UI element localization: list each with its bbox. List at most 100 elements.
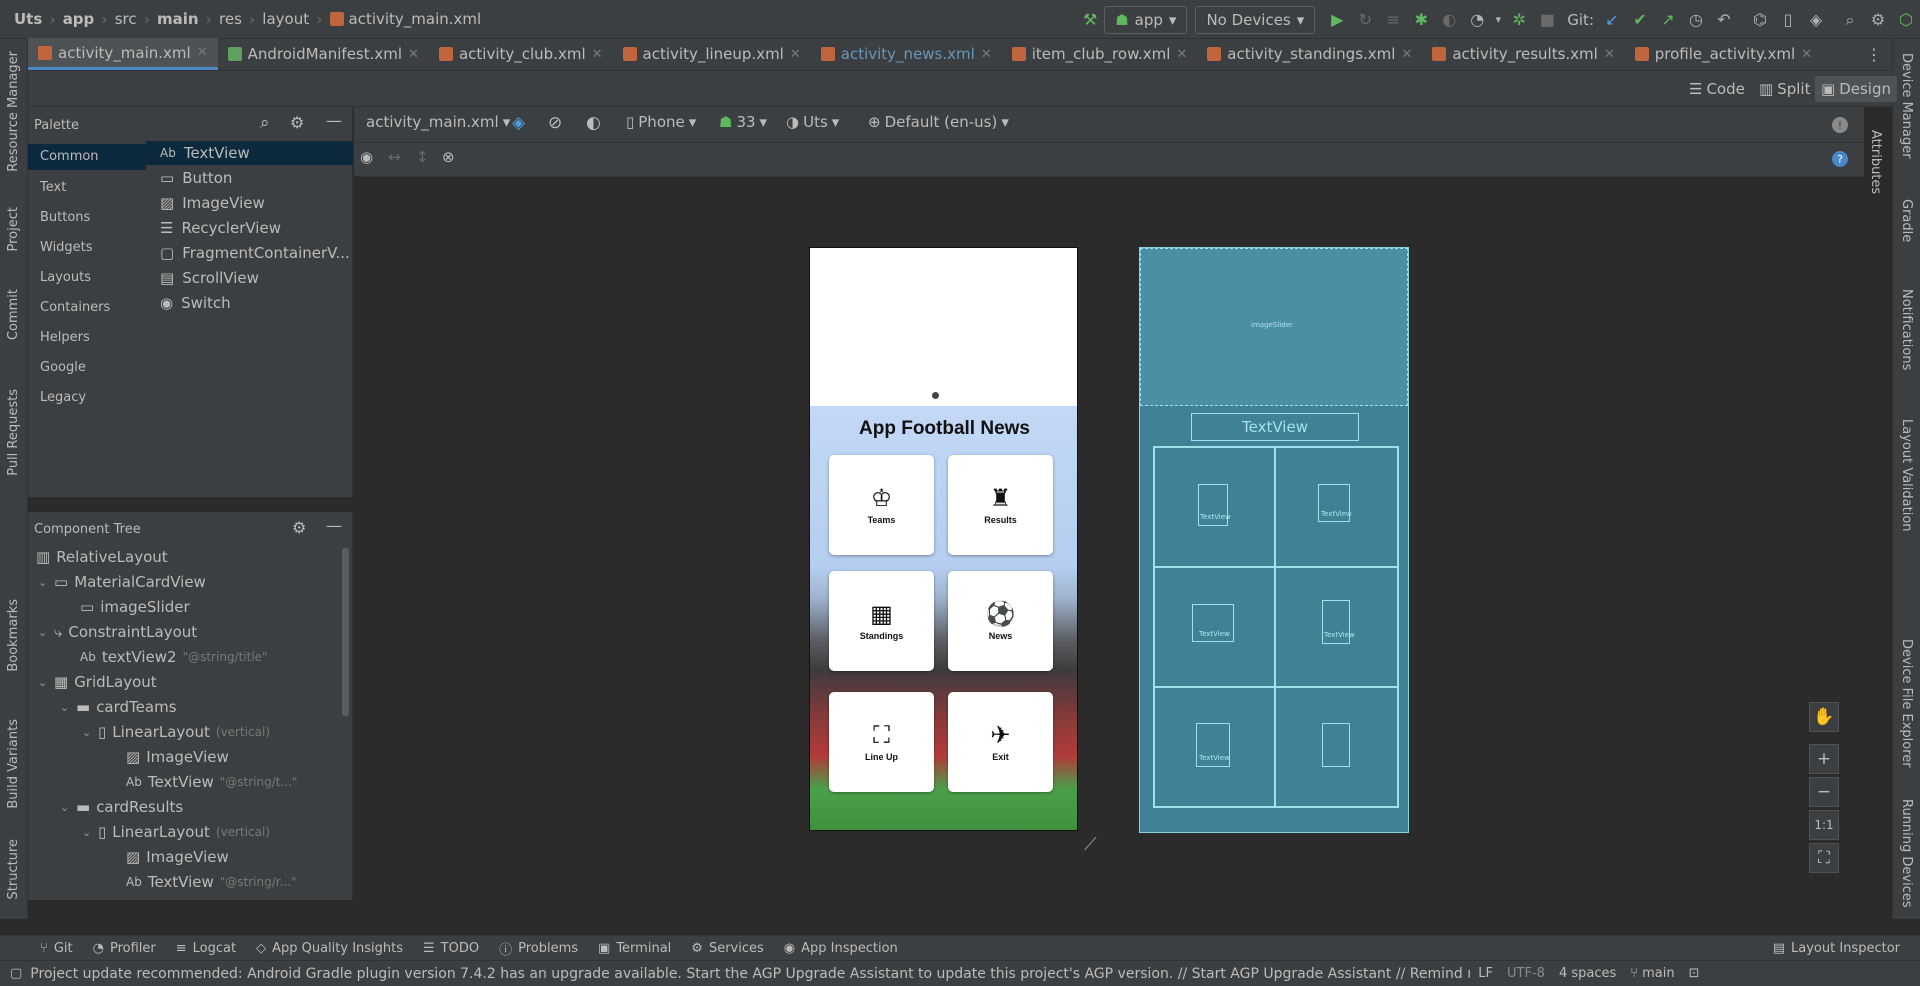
palette-item-fragmentcontainer[interactable]: ▢ FragmentContainerV... (160, 241, 350, 265)
palette-item-switch[interactable]: ◉ Switch (160, 291, 231, 315)
tool-profiler[interactable]: ◔ Profiler (83, 941, 166, 956)
blueprint-item[interactable]: TextView (1196, 723, 1230, 767)
status-layout-icon[interactable]: ▢ (10, 966, 22, 981)
palette-category-google[interactable]: Google (40, 360, 86, 375)
design-view-button[interactable]: ▣ Design (1815, 76, 1897, 102)
tree-node[interactable]: ▨ ImageView (126, 848, 229, 866)
breadcrumb-main[interactable]: main (157, 10, 199, 28)
tool-services[interactable]: ⚙ Services (681, 941, 773, 956)
tool-bookmarks[interactable]: Bookmarks (6, 599, 21, 672)
tree-node[interactable]: Ab textView2 "@string/title" (80, 648, 268, 666)
eye-icon[interactable]: ◉ (360, 148, 373, 166)
tree-node[interactable]: ⌄ ▬ cardTeams (60, 698, 177, 716)
palette-category-containers[interactable]: Containers (40, 300, 110, 315)
tree-node[interactable]: ▨ ImageView (126, 748, 229, 766)
tool-notifications[interactable]: Notifications (1899, 289, 1914, 370)
avd-icon[interactable]: ▯ (1774, 6, 1802, 34)
chevron-down-icon[interactable]: ⌄ (38, 626, 48, 639)
palette-category-text[interactable]: Text (40, 180, 66, 195)
line-separator[interactable]: LF (1478, 966, 1493, 981)
tab-profile-activity[interactable]: profile_activity.xml ✕ (1625, 38, 1822, 70)
blueprint-title[interactable]: TextView (1191, 413, 1359, 441)
breadcrumb-app[interactable]: app (63, 10, 95, 28)
tool-terminal[interactable]: ▣ Terminal (588, 941, 681, 956)
palette-category-layouts[interactable]: Layouts (40, 270, 91, 285)
card-exit[interactable]: ✈ Exit (948, 692, 1053, 792)
card-lineup[interactable]: ⛶ Line Up (829, 692, 934, 792)
rollback-icon[interactable]: ↶ (1710, 6, 1738, 34)
indent-setting[interactable]: 4 spaces (1559, 966, 1616, 981)
tree-node[interactable]: ⌄ ▦ GridLayout (38, 673, 157, 691)
hammer-build-icon[interactable]: ⚒ (1076, 6, 1104, 34)
close-icon[interactable]: ✕ (1801, 47, 1812, 62)
magnet-off-icon[interactable]: ⊗ (442, 148, 455, 166)
breadcrumb-file[interactable]: activity_main.xml (349, 10, 482, 28)
breadcrumb-src[interactable]: src (115, 10, 137, 28)
zoom-reset-button[interactable]: 1:1 (1809, 810, 1839, 840)
tab-android-manifest[interactable]: AndroidManifest.xml ✕ (218, 38, 429, 70)
close-icon[interactable]: ✕ (1604, 47, 1615, 62)
device-select[interactable]: No Devices ▾ (1195, 5, 1316, 34)
chevron-down-icon[interactable]: ⌄ (60, 701, 70, 714)
android-studio-icon[interactable]: ⬡ (1892, 6, 1920, 34)
palette-item-textview[interactable]: Ab TextView (146, 141, 353, 165)
apply-changes-icon[interactable]: ≡ (1379, 6, 1407, 34)
gear-icon[interactable]: ⚙ (1864, 6, 1892, 34)
tab-activity-club[interactable]: activity_club.xml ✕ (429, 38, 613, 70)
palette-item-imageview[interactable]: ▨ ImageView (160, 191, 265, 215)
git-update-icon[interactable]: ↙ (1598, 6, 1626, 34)
history-icon[interactable]: ◷ (1682, 6, 1710, 34)
zoom-in-button[interactable]: + (1809, 744, 1839, 774)
tree-node[interactable]: ⌄ ▭ MaterialCardView (38, 573, 206, 591)
pan-button[interactable]: ✋ (1809, 702, 1839, 732)
design-surface[interactable] (354, 107, 1864, 900)
tree-node[interactable]: Ab TextView "@string/r..." (126, 873, 297, 891)
tab-activity-standings[interactable]: activity_standings.xml ✕ (1197, 38, 1422, 70)
breadcrumb-res[interactable]: res (219, 10, 242, 28)
chevron-down-icon[interactable]: ⌄ (60, 801, 70, 814)
code-view-button[interactable]: ☰ Code (1683, 76, 1751, 102)
tree-node[interactable]: Ab TextView "@string/t..." (126, 773, 297, 791)
tool-running-devices[interactable]: Running Devices (1899, 799, 1914, 908)
breadcrumb-layout[interactable]: layout (262, 10, 309, 28)
chevron-down-icon[interactable]: ⌄ (82, 826, 92, 839)
breadcrumb-project[interactable]: Uts (14, 10, 42, 28)
horizontal-resize-icon[interactable]: ↔ (388, 148, 401, 166)
layers-icon[interactable]: ◈ (512, 113, 525, 133)
blueprint-item[interactable]: TextView (1192, 604, 1234, 642)
tool-resource-manager[interactable]: Resource Manager (6, 51, 21, 172)
layout-file-select[interactable]: activity_main.xml ▾ (366, 113, 510, 131)
tree-node[interactable]: ⌄ ▬ cardResults (60, 798, 183, 816)
close-icon[interactable]: ✕ (592, 47, 603, 62)
minimize-icon[interactable]: — (326, 516, 342, 535)
chevron-down-icon[interactable]: ⌄ (38, 576, 48, 589)
palette-item-scrollview[interactable]: ▤ ScrollView (160, 266, 259, 290)
tab-item-club-row[interactable]: item_club_row.xml ✕ (1002, 38, 1198, 70)
blueprint-item[interactable]: TextView (1322, 600, 1355, 644)
blueprint-image-slider[interactable]: imageSlider (1140, 248, 1408, 406)
image-slider[interactable] (810, 248, 1077, 406)
palette-category-common[interactable]: Common (28, 144, 146, 170)
debug-icon[interactable]: ✱ (1407, 6, 1435, 34)
more-tabs-icon[interactable]: ⋮ (1866, 45, 1882, 64)
device-manager-icon[interactable]: ⌬ (1746, 6, 1774, 34)
tree-node[interactable]: ▭ imageSlider (80, 598, 190, 616)
close-icon[interactable]: ✕ (1401, 47, 1412, 62)
palette-category-buttons[interactable]: Buttons (40, 210, 90, 225)
blueprint-item[interactable]: TextView (1198, 484, 1231, 526)
chevron-down-icon[interactable]: ▾ (1491, 6, 1505, 34)
split-view-button[interactable]: ▥ Split (1753, 76, 1816, 102)
git-commit-icon[interactable]: ✔ (1626, 6, 1654, 34)
run-config-select[interactable]: ☗ app ▾ (1104, 5, 1188, 34)
attributes-tab[interactable]: Attributes (1868, 130, 1883, 194)
rerun-icon[interactable]: ↻ (1351, 6, 1379, 34)
theme-select[interactable]: ◑ Uts ▾ (786, 113, 839, 131)
slider-indicator-dot[interactable] (932, 392, 939, 399)
close-icon[interactable]: ✕ (790, 47, 801, 62)
chevron-down-icon[interactable]: ⌄ (38, 676, 48, 689)
tool-project[interactable]: Project (6, 207, 21, 251)
tree-node[interactable]: ▥ RelativeLayout (36, 548, 168, 566)
tool-gradle[interactable]: Gradle (1899, 199, 1914, 242)
card-standings[interactable]: ▦ Standings (829, 571, 934, 671)
sdk-manager-icon[interactable]: ◈ (1802, 6, 1830, 34)
